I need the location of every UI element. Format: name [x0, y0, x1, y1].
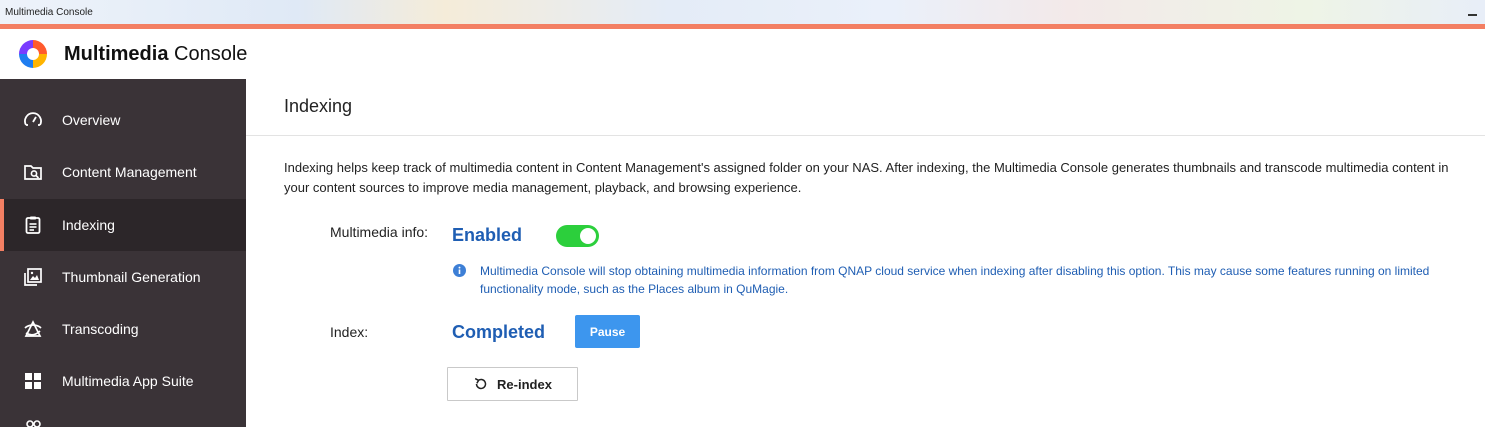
- multimedia-info-status: Enabled: [452, 225, 523, 245]
- main-content: Indexing Indexing helps keep track of mu…: [246, 79, 1485, 427]
- index-status: Completed: [452, 322, 546, 342]
- app-name: Multimedia Console: [64, 43, 247, 66]
- divider: [246, 135, 1485, 136]
- info-icon: [453, 264, 466, 277]
- sidebar-item-thumbnail-generation[interactable]: Thumbnail Generation: [0, 251, 246, 303]
- sidebar-item-partial[interactable]: [0, 407, 246, 427]
- index-label: Index:: [330, 324, 369, 340]
- sidebar-item-label: Overview: [62, 112, 121, 128]
- sidebar: Overview Content Management Indexing Thu…: [0, 79, 246, 427]
- multimedia-console-logo: [19, 40, 47, 68]
- sidebar-item-label: Multimedia App Suite: [62, 373, 194, 389]
- grid-icon: [22, 370, 44, 392]
- sidebar-item-label: Indexing: [62, 217, 115, 233]
- app-name-regular: Console: [168, 42, 248, 65]
- multimedia-info-label: Multimedia info:: [330, 224, 429, 240]
- sidebar-item-content-management[interactable]: Content Management: [0, 146, 246, 198]
- window-title: Multimedia Console: [5, 6, 93, 18]
- app-name-bold: Multimedia: [64, 42, 169, 65]
- image-gallery-icon: [22, 266, 44, 288]
- sidebar-item-label: Content Management: [62, 164, 197, 180]
- sidebar-item-multimedia-app-suite[interactable]: Multimedia App Suite: [0, 355, 246, 407]
- reindex-label: Re-index: [497, 376, 552, 392]
- sidebar-item-indexing[interactable]: Indexing: [0, 199, 246, 251]
- multimedia-info-note: Multimedia Console will stop obtaining m…: [480, 264, 1430, 296]
- folder-search-icon: [22, 161, 44, 183]
- page-description: Indexing helps keep track of multimedia …: [284, 160, 1449, 195]
- clipboard-icon: [22, 214, 44, 236]
- app-header: Multimedia Console: [0, 29, 1485, 79]
- gauge-icon: [22, 109, 44, 131]
- sidebar-item-transcoding[interactable]: Transcoding: [0, 303, 246, 355]
- minimize-icon[interactable]: [1465, 5, 1479, 19]
- sidebar-item-overview[interactable]: Overview: [0, 94, 246, 146]
- page-title: Indexing: [284, 96, 353, 116]
- sidebar-item-label: Thumbnail Generation: [62, 269, 201, 285]
- window-titlebar: Multimedia Console: [0, 0, 1485, 24]
- people-icon: [22, 417, 44, 427]
- transcode-icon: [22, 318, 44, 340]
- pause-button[interactable]: Pause: [575, 315, 640, 348]
- sidebar-item-label: Transcoding: [62, 321, 139, 337]
- reindex-button[interactable]: Re-index: [447, 367, 578, 401]
- multimedia-info-toggle[interactable]: [556, 225, 599, 247]
- refresh-icon: [473, 376, 489, 392]
- toggle-knob: [580, 228, 596, 244]
